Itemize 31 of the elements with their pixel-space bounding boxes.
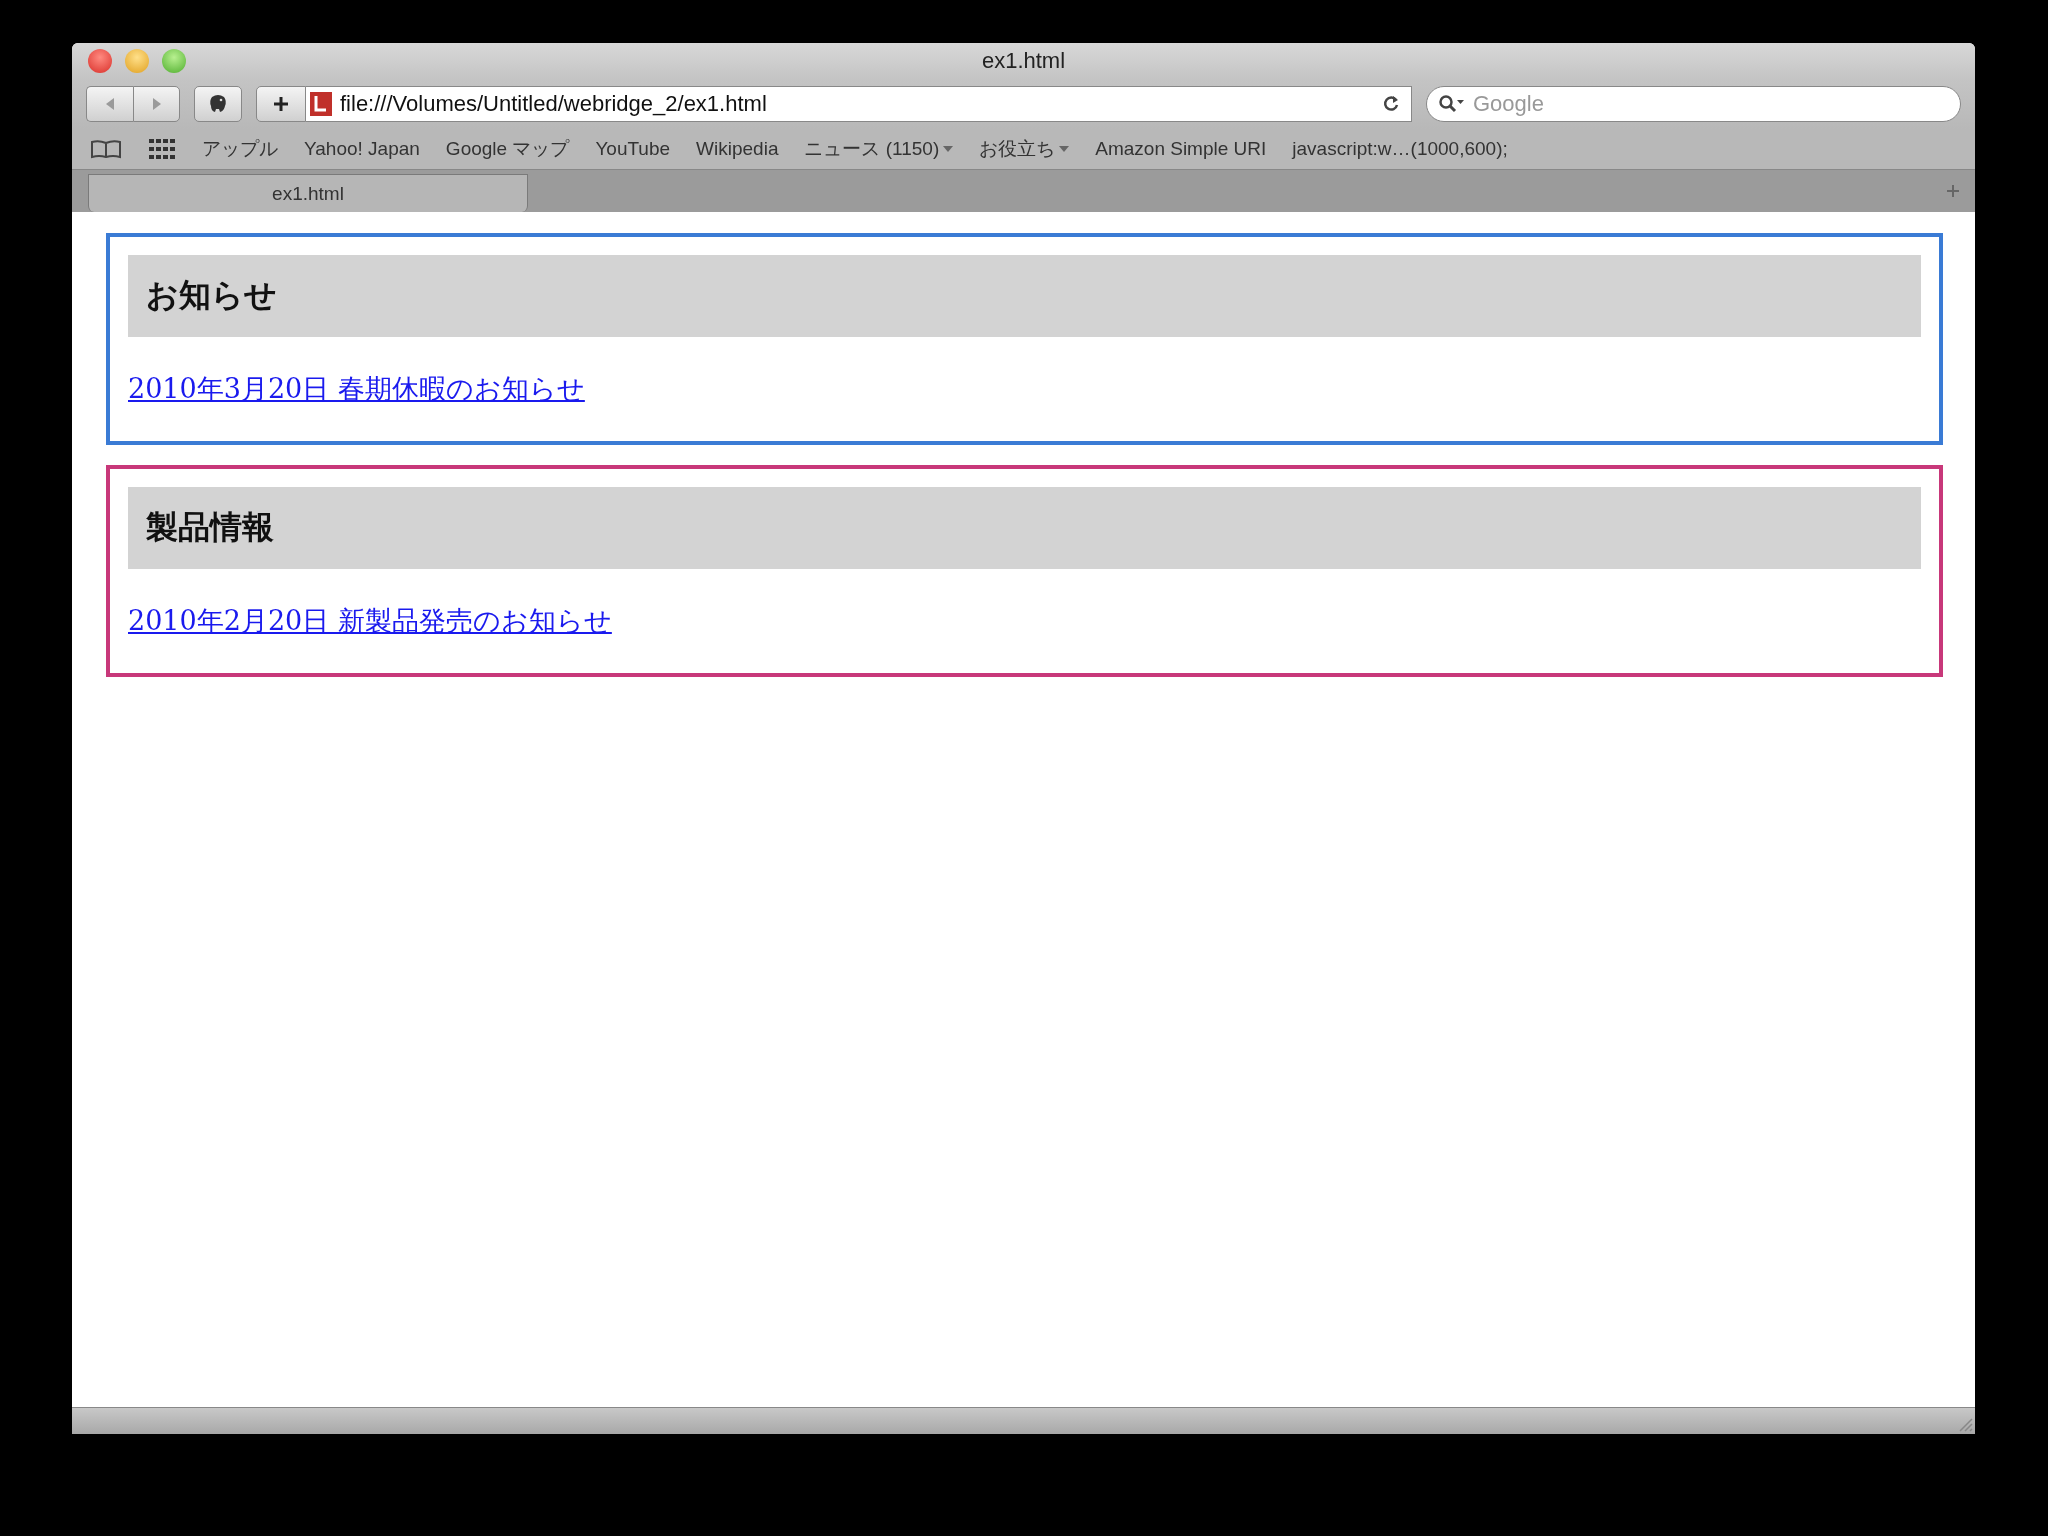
- news-link[interactable]: 2010年2月20日 新製品発売のお知らせ: [128, 603, 612, 639]
- back-button[interactable]: [86, 86, 133, 122]
- bookmark-link[interactable]: Yahoo! Japan: [304, 138, 420, 160]
- grid-icon[interactable]: [148, 138, 176, 160]
- bookmark-link[interactable]: Wikipedia: [696, 138, 779, 160]
- bookmark-link[interactable]: Amazon Simple URI: [1095, 138, 1267, 160]
- window-title: ex1.html: [981, 48, 1066, 74]
- plus-icon: [271, 94, 291, 114]
- bookmark-link[interactable]: Google マップ: [445, 136, 570, 162]
- caret-icon: [943, 145, 954, 153]
- forward-button[interactable]: [133, 86, 180, 122]
- add-bookmark-button[interactable]: [256, 86, 306, 122]
- address-field[interactable]: file:///Volumes/Untitled/webridge_2/ex1.html: [306, 86, 1412, 122]
- bookmark-link[interactable]: javascript:w…(1000,600);: [1292, 138, 1508, 160]
- elephant-button[interactable]: [194, 86, 242, 122]
- book-icon[interactable]: [90, 139, 122, 159]
- bookmark-link[interactable]: アップル: [202, 136, 278, 162]
- caret-icon: [1059, 145, 1070, 153]
- bookmark-link[interactable]: YouTube: [595, 138, 671, 160]
- search-field[interactable]: Google: [1426, 86, 1961, 122]
- bookmark-folder[interactable]: お役立ち: [979, 136, 1070, 162]
- reload-icon[interactable]: [1381, 94, 1401, 114]
- section-heading: お知らせ: [128, 255, 1921, 337]
- page-icon: [310, 92, 332, 116]
- news-link[interactable]: 2010年3月20日 春期休暇のお知らせ: [128, 371, 585, 407]
- bookmark-folder[interactable]: ニュース (1150): [804, 136, 954, 162]
- tab[interactable]: ex1.html: [88, 174, 528, 212]
- section-heading: 製品情報: [128, 487, 1921, 569]
- zoom-button[interactable]: [162, 49, 186, 73]
- close-button[interactable]: [88, 49, 112, 73]
- new-tab-icon[interactable]: [1945, 183, 1961, 199]
